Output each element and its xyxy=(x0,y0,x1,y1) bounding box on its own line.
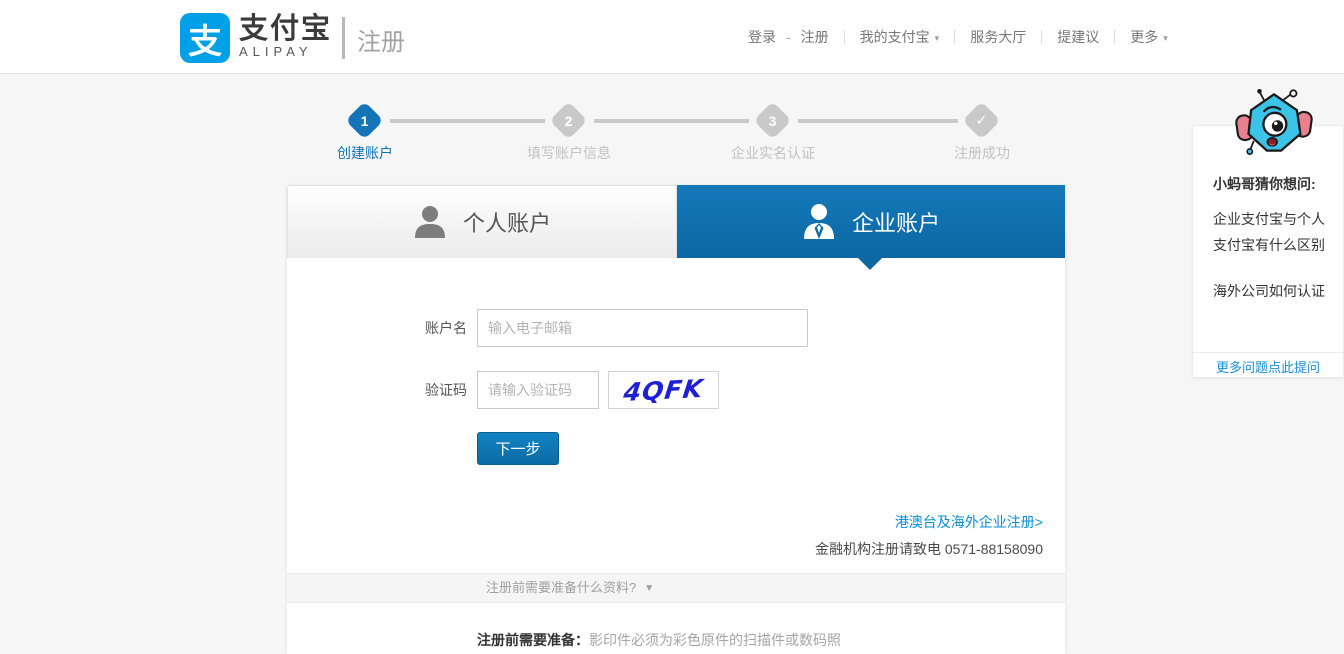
brand-block: 支付宝 ALIPAY xyxy=(239,14,332,60)
top-nav: 登录 - 注册 我的支付宝 ▾ 服务大厅 提建议 更多 ▾ xyxy=(748,0,1168,74)
alipay-register-page: 支 支付宝 ALIPAY 注册 登录 - 注册 我的支付宝 ▾ 服务大厅 提建议 … xyxy=(0,0,1344,654)
chevron-down-icon: ▾ xyxy=(1163,33,1168,43)
nav-login-link[interactable]: 登录 xyxy=(748,27,776,47)
step-label-1: 创建账户 xyxy=(337,145,393,161)
more-questions-link[interactable]: 更多问题点此提问 xyxy=(1216,360,1320,375)
robot-mascot-icon xyxy=(1235,88,1313,155)
prep-materials-bar: 注册前需要准备什么资料? ▼ xyxy=(287,573,1065,603)
prep-note-label: 注册前需要准备： xyxy=(477,632,589,648)
prep-note-text: 影印件必须为彩色原件的扫描件或数码照 xyxy=(589,632,841,648)
tab-enterprise-label: 企业账户 xyxy=(851,210,940,236)
alipay-logo-icon[interactable]: 支 xyxy=(180,13,230,63)
nav-my-alipay-link[interactable]: 我的支付宝 ▾ xyxy=(860,27,940,47)
assistant-question-2[interactable]: 海外公司如何认证 xyxy=(1213,278,1327,304)
assistant-footer: 更多问题点此提问 xyxy=(1193,352,1343,378)
captcha-input[interactable] xyxy=(477,371,599,409)
nav-separator xyxy=(843,30,845,44)
step-marker-2: 2 xyxy=(549,101,588,140)
chevron-down-icon: ▼ xyxy=(644,583,655,594)
tab-enterprise-account[interactable]: 企业账户 xyxy=(677,185,1065,258)
captcha-label: 验证码 xyxy=(425,382,467,398)
progress-steps: 1 2 3 ✓ 创建账户 填写账户信息 企业实名认证 注册成功 xyxy=(287,95,1065,170)
account-name-label: 账户名 xyxy=(425,320,467,336)
step-connector xyxy=(798,119,958,123)
overseas-register-link[interactable]: 港澳台及海外企业注册> xyxy=(895,512,1043,532)
prep-materials-toggle[interactable]: 注册前需要准备什么资料? ▼ xyxy=(486,574,654,603)
next-step-button[interactable]: 下一步 xyxy=(477,432,559,465)
step-label-4: 注册成功 xyxy=(954,145,1010,161)
nav-service-hall-link[interactable]: 服务大厅 xyxy=(970,27,1026,47)
header: 支 支付宝 ALIPAY 注册 登录 - 注册 我的支付宝 ▾ 服务大厅 提建议 … xyxy=(0,0,1344,74)
assistant-question-1[interactable]: 企业支付宝与个人支付宝有什么区别 xyxy=(1213,206,1327,258)
nav-more-link[interactable]: 更多 ▾ xyxy=(1130,27,1168,47)
chevron-down-icon: ▾ xyxy=(934,33,940,43)
captcha-code: 4QFK xyxy=(621,373,706,407)
nav-separator xyxy=(954,30,956,44)
step-marker-1: 1 xyxy=(345,101,384,140)
account-type-tabs: 个人账户 企业账户 xyxy=(287,185,1065,258)
brand-name-cn: 支付宝 xyxy=(239,13,333,45)
brand-name-en: ALIPAY xyxy=(239,44,313,59)
tab-personal-account[interactable]: 个人账户 xyxy=(287,185,677,258)
step-marker-4-check-icon: ✓ xyxy=(962,101,1001,140)
logo-divider xyxy=(342,17,345,59)
nav-dash: - xyxy=(786,29,791,45)
person-icon xyxy=(414,206,445,238)
tab-personal-label: 个人账户 xyxy=(462,211,551,236)
active-tab-pointer xyxy=(858,258,882,270)
finance-phone-note: 金融机构注册请致电 0571-88158090 xyxy=(815,541,1043,557)
step-connector xyxy=(594,119,749,123)
register-card: 个人账户 企业账户 账户名 验证码 4QFK 下一步 港澳台及海外企业注册> 金… xyxy=(287,185,1065,654)
assistant-title: 小蚂哥猜你想问: xyxy=(1213,176,1316,192)
page-title: 注册 xyxy=(357,29,405,56)
account-name-input[interactable] xyxy=(477,309,808,347)
step-label-3: 企业实名认证 xyxy=(731,145,815,161)
step-connector xyxy=(390,119,545,123)
step-label-2: 填写账户信息 xyxy=(527,145,611,161)
prep-note: 注册前需要准备：影印件必须为彩色原件的扫描件或数码照 xyxy=(477,630,841,650)
step-marker-3: 3 xyxy=(753,101,792,140)
nav-feedback-link[interactable]: 提建议 xyxy=(1057,27,1099,47)
business-person-icon xyxy=(803,203,834,239)
nav-separator xyxy=(1041,30,1043,44)
nav-register-link[interactable]: 注册 xyxy=(801,27,829,47)
captcha-image[interactable]: 4QFK xyxy=(608,371,719,409)
nav-separator xyxy=(1114,30,1116,44)
logo-glyph: 支 xyxy=(188,22,222,61)
